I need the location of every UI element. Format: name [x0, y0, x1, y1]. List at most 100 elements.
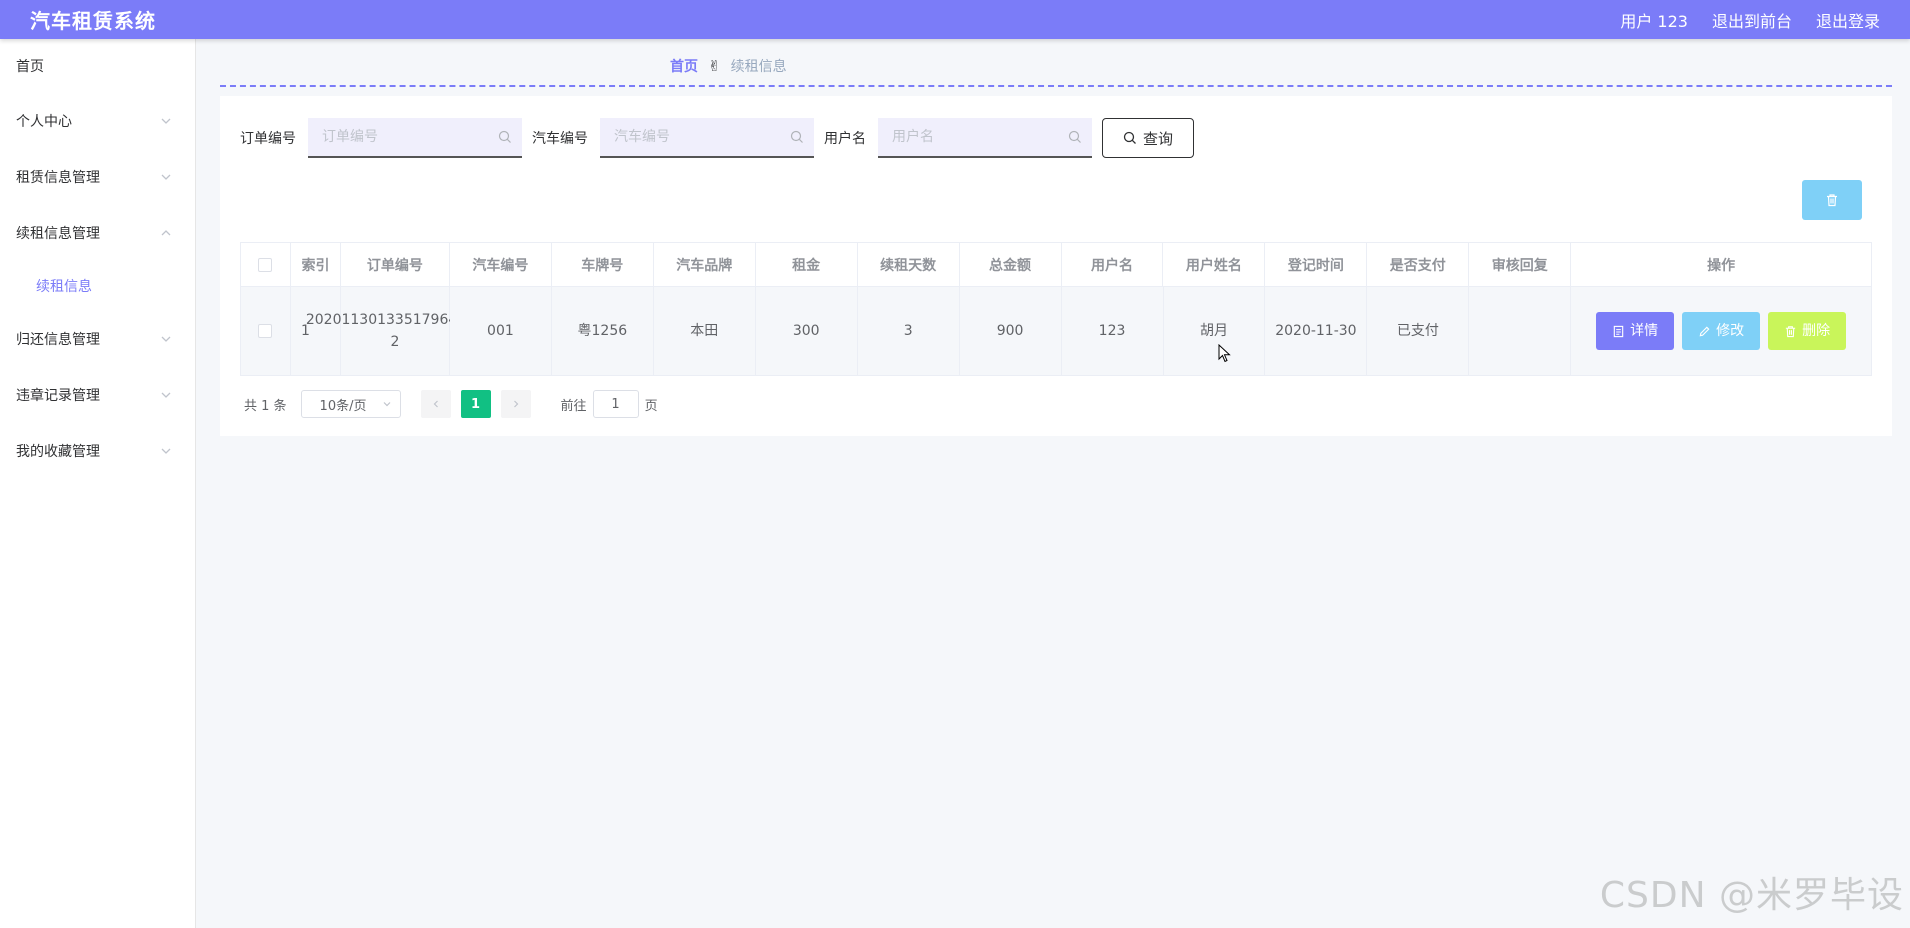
chevron-down-icon [159, 170, 173, 184]
next-page-button[interactable] [500, 390, 531, 418]
sidebar-item-rental-management[interactable]: 租赁信息管理 [0, 149, 195, 205]
delete-button[interactable]: 删除 [1768, 312, 1847, 350]
col-header-car-no: 汽车编号 [449, 243, 552, 287]
sidebar-item-label: 违章记录管理 [16, 388, 100, 404]
cell-date: 2020-11-30 [1265, 287, 1368, 375]
cell-username: 123 [1061, 287, 1164, 375]
col-header-order-no: 订单编号 [340, 243, 450, 287]
col-header-paid: 是否支付 [1367, 243, 1470, 287]
table-header-row: 索引 订单编号 汽车编号 车牌号 汽车品牌 租金 续租天数 总金额 用户名 用户… [241, 243, 1871, 287]
prev-page-button[interactable] [420, 390, 451, 418]
sidebar-item-home[interactable]: 首页 [0, 39, 195, 93]
renewal-table: 索引 订单编号 汽车编号 车牌号 汽车品牌 租金 续租天数 总金额 用户名 用户… [240, 242, 1872, 376]
sidebar-subitem-renewal-info[interactable]: 续租信息 [0, 261, 195, 311]
chevron-down-icon [383, 402, 390, 407]
search-icon [1068, 130, 1081, 143]
username-input[interactable] [878, 118, 1092, 156]
sidebar-item-favorites-management[interactable]: 我的收藏管理 [0, 423, 195, 479]
select-all-cell [241, 243, 291, 287]
table-row: 1 20201130133517964572 2 001 粤1256 本田 30… [241, 287, 1872, 375]
sidebar: 首页 个人中心 租赁信息管理 续租信息管理 续租信息 归还信息管理 违章记录管理… [0, 39, 196, 928]
trash-icon [1827, 194, 1837, 207]
cell-paid: 已支付 [1367, 287, 1470, 375]
select-all-checkbox[interactable] [258, 257, 273, 272]
user-label: 用户 123 [1620, 11, 1688, 31]
breadcrumb: 首页 ✌ 续租信息 [670, 56, 787, 76]
col-header-rent: 租金 [755, 243, 858, 287]
order-no-field-wrapper [308, 118, 522, 158]
mouse-cursor-icon [1218, 344, 1231, 363]
cell-rent: 300 [755, 287, 858, 375]
detail-button[interactable]: 详情 [1596, 312, 1675, 350]
car-no-field-wrapper [600, 118, 814, 158]
col-header-actions: 操作 [1571, 243, 1871, 287]
hand-icon: ✌ [708, 57, 721, 75]
watermark: CSDN @米罗毕设 [1599, 875, 1904, 916]
page-size-select[interactable]: 10条/页 [300, 390, 401, 418]
document-icon [1613, 325, 1624, 337]
edit-button[interactable]: 修改 [1682, 312, 1761, 350]
cell-name: 胡月 [1163, 287, 1266, 375]
cell-days: 3 [857, 287, 960, 375]
app-title: 汽车租赁系统 [30, 9, 156, 33]
back-to-front-link[interactable]: 退出到前台 [1712, 8, 1792, 32]
col-header-plate: 车牌号 [551, 243, 654, 287]
batch-delete-button[interactable] [1802, 180, 1862, 220]
cell-total: 900 [959, 287, 1062, 375]
search-icon [498, 130, 511, 143]
cell-actions: 详情 修改 删除 [1571, 287, 1872, 375]
pagination: 共 1 条 10条/页 1 前往 页 [244, 390, 658, 418]
row-checkbox[interactable] [258, 324, 273, 338]
order-no-label: 订单编号 [240, 131, 296, 147]
col-header-name: 用户姓名 [1163, 243, 1266, 287]
breadcrumb-home[interactable]: 首页 [670, 56, 698, 76]
col-header-date: 登记时间 [1265, 243, 1368, 287]
page-size-value: 10条/页 [319, 398, 367, 414]
pencil-icon [1699, 326, 1710, 336]
chevron-down-icon [159, 114, 173, 128]
query-button[interactable]: 查询 [1102, 118, 1194, 158]
page-number-current[interactable]: 1 [460, 390, 491, 418]
car-no-input[interactable] [600, 118, 814, 156]
username-label: 用户名 [824, 131, 866, 147]
row-select-cell [241, 287, 291, 375]
sidebar-item-label: 首页 [16, 59, 44, 75]
cell-order-no: 20201130133517964572 2 [306, 287, 484, 375]
pagination-total: 共 1 条 [244, 398, 287, 414]
delete-button-label: 删除 [1802, 323, 1831, 339]
sidebar-item-label: 个人中心 [16, 114, 72, 130]
goto-prefix: 前往 [560, 398, 587, 414]
col-header-username: 用户名 [1061, 243, 1164, 287]
col-header-days: 续租天数 [857, 243, 960, 287]
logout-link[interactable]: 退出登录 [1816, 8, 1880, 32]
cell-car-no: 001 [449, 287, 552, 375]
header-actions: 用户 123 退出到前台 退出登录 [1620, 8, 1880, 32]
search-icon [1123, 131, 1136, 144]
sidebar-item-label: 我的收藏管理 [16, 444, 100, 460]
sidebar-item-renewal-management[interactable]: 续租信息管理 [0, 205, 195, 261]
cell-brand: 本田 [653, 287, 756, 375]
sidebar-item-label: 租赁信息管理 [16, 170, 100, 186]
col-header-index: 索引 [290, 243, 341, 287]
page-jumper: 前往 页 [561, 390, 658, 418]
goto-page-input[interactable] [592, 390, 639, 418]
col-header-brand: 汽车品牌 [653, 243, 756, 287]
goto-suffix: 页 [644, 398, 658, 414]
sidebar-item-violation-management[interactable]: 违章记录管理 [0, 367, 195, 423]
sidebar-item-label: 续租信息管理 [16, 226, 100, 242]
chevron-down-icon [159, 388, 173, 402]
chevron-down-icon [159, 332, 173, 346]
car-no-label: 汽车编号 [532, 131, 588, 147]
col-header-total: 总金额 [959, 243, 1062, 287]
chevron-left-icon [433, 400, 438, 408]
chevron-down-icon [159, 444, 173, 458]
col-header-review: 审核回复 [1469, 243, 1572, 287]
sidebar-item-personal-center[interactable]: 个人中心 [0, 93, 195, 149]
breadcrumb-divider [220, 85, 1892, 87]
username-field-wrapper [878, 118, 1092, 158]
order-no-input[interactable] [308, 118, 522, 156]
cell-plate: 粤1256 [551, 287, 654, 375]
search-bar: 订单编号 汽车编号 用户名 查询 [240, 118, 1194, 158]
sidebar-item-return-management[interactable]: 归还信息管理 [0, 311, 195, 367]
main-panel: 订单编号 汽车编号 用户名 查询 索引 订单编号 汽车编号 车牌号 汽车 [220, 96, 1892, 436]
